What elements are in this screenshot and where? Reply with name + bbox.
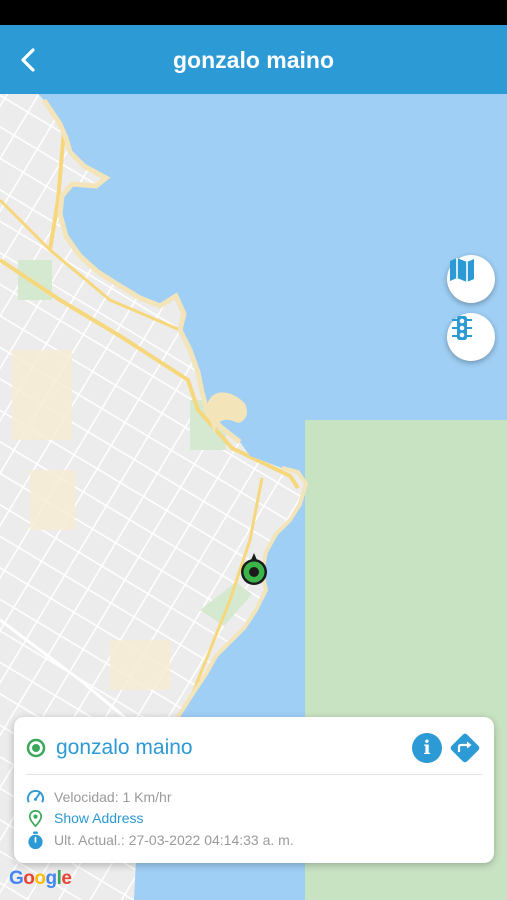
directions-icon xyxy=(450,733,480,763)
card-divider xyxy=(26,774,482,775)
stopwatch-icon xyxy=(28,831,43,850)
online-status-icon xyxy=(26,738,46,758)
traffic-light-icon xyxy=(452,316,472,340)
app-header: gonzalo maino xyxy=(0,25,507,94)
speedometer-icon xyxy=(26,790,45,803)
google-logo: Google xyxy=(9,868,72,889)
info-button[interactable]: i xyxy=(412,733,442,763)
map-icon xyxy=(450,258,474,282)
directions-button[interactable] xyxy=(448,731,482,765)
last-update-text: Ult. Actual.: 27-03-2022 04:14:33 a. m. xyxy=(54,832,294,848)
info-icon: i xyxy=(423,737,431,759)
vehicle-name: gonzalo maino xyxy=(56,736,193,759)
card-header: gonzalo maino i xyxy=(26,731,482,765)
location-pin-icon xyxy=(28,810,43,828)
vehicle-info-card: gonzalo maino i Velocidad: 1 Km/hr Show … xyxy=(14,717,494,863)
map-type-button[interactable] xyxy=(447,255,495,303)
traffic-button[interactable] xyxy=(447,313,495,361)
page-title: gonzalo maino xyxy=(173,47,334,73)
status-bar xyxy=(0,0,507,25)
show-address-text: Show Address xyxy=(54,810,144,826)
vehicle-marker[interactable] xyxy=(240,552,268,586)
speed-text: Velocidad: 1 Km/hr xyxy=(54,789,172,805)
vehicle-marker-icon xyxy=(241,553,267,585)
